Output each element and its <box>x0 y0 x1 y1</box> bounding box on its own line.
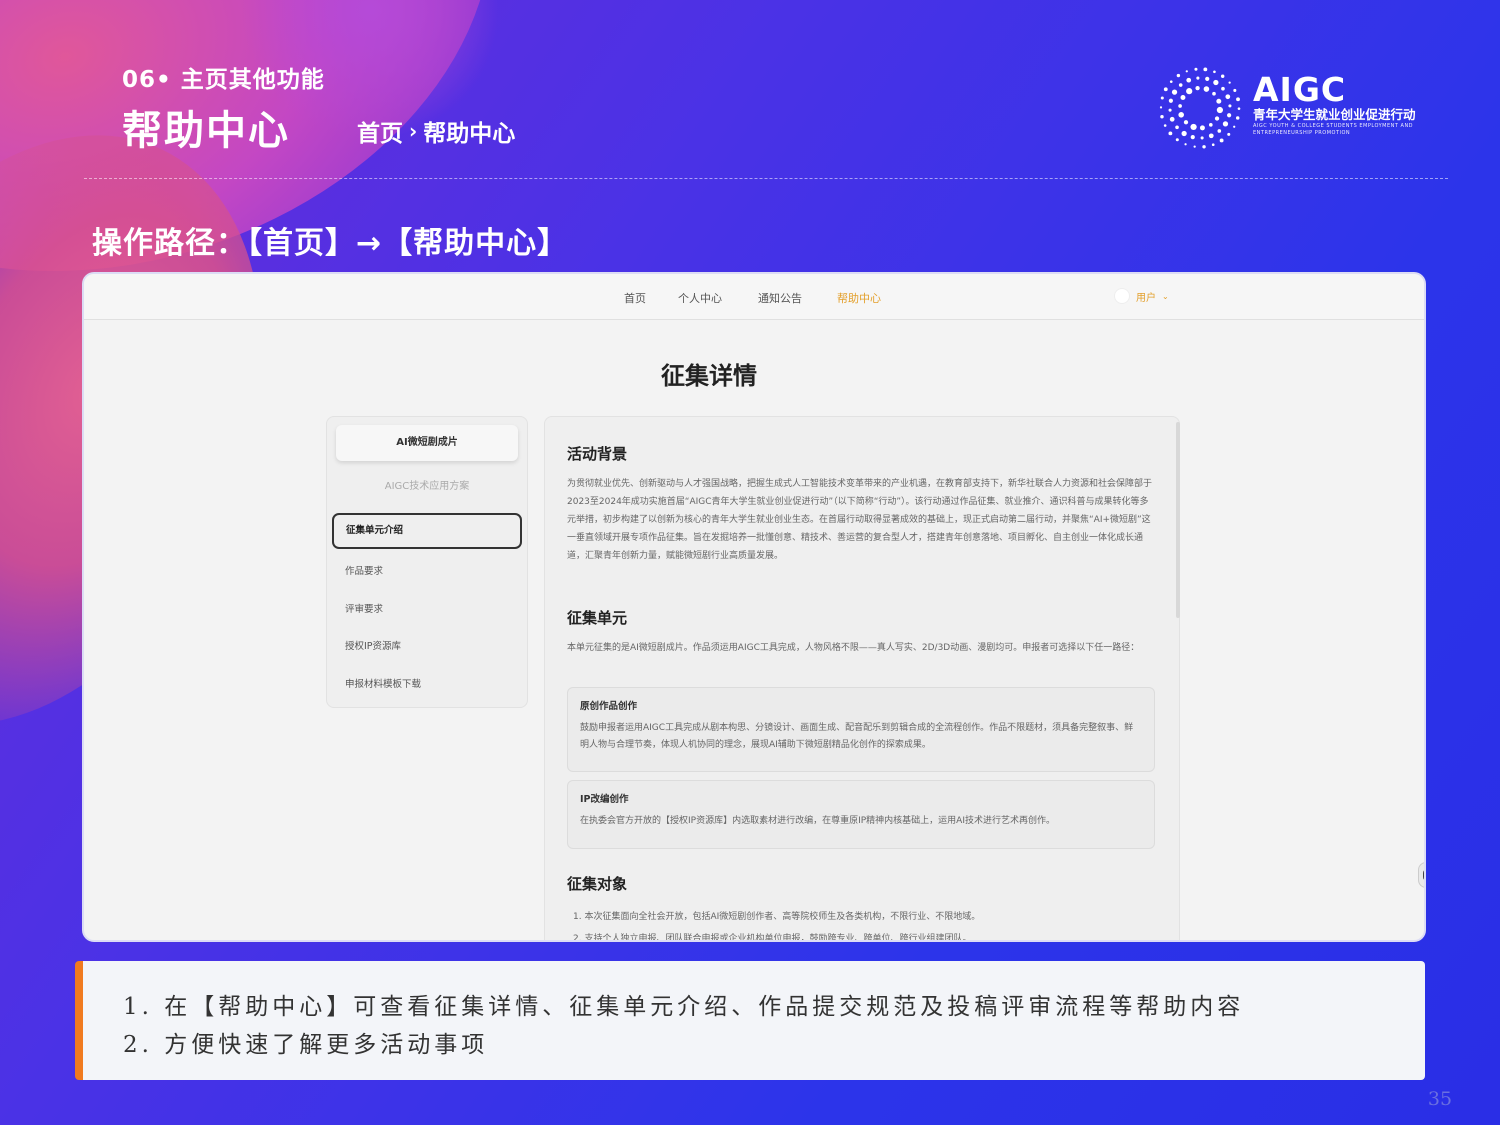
scrollbar[interactable] <box>1176 422 1180 618</box>
card-title: 原创作品创作 <box>580 701 638 712</box>
page-number: 35 <box>1427 1088 1453 1110</box>
sidebar: AI微短剧成片 AIGC技术应用方案 征集单元介绍 作品要求 评审要求 授权IP… <box>326 416 528 708</box>
sidebar-item-requirements[interactable]: 作品要求 <box>345 563 383 577</box>
breadcrumb: 首页 › 帮助中心 <box>357 114 515 148</box>
nav-notices[interactable]: 通知公告 <box>758 290 802 306</box>
note-line: 1. 在【帮助中心】可查看征集详情、征集单元介绍、作品提交规范及投稿评审流程等帮… <box>123 994 1245 1020</box>
path-card: 原创作品创作 鼓励申报者运用AIGC工具完成从剧本构思、分镜设计、画面生成、配音… <box>567 687 1155 772</box>
slide: 06• 主页其他功能 帮助中心 首页 › 帮助中心 AIGC 青年大学生就业创业… <box>0 0 1500 1125</box>
sidebar-item-ip-library[interactable]: 授权IP资源库 <box>345 638 401 652</box>
list-item: 1. 本次征集面向全社会开放，包括AI微短剧创作者、高等院校师生及各类机构，不限… <box>573 912 981 922</box>
logo-title: AIGC <box>1253 70 1347 109</box>
user-menu[interactable]: 用户 ⌄ <box>1114 288 1169 304</box>
operation-path: 操作路径：【首页】→【帮助中心】 <box>92 226 569 261</box>
notes-box: 1. 在【帮助中心】可查看征集详情、征集单元介绍、作品提交规范及投稿评审流程等帮… <box>75 961 1425 1080</box>
section-heading: 征集单元 <box>567 609 628 627</box>
list-item: 2. 支持个人独立申报、团队联合申报或企业机构单位申报，鼓励跨专业、跨单位、跨行… <box>573 934 972 942</box>
background-text: 为贯彻就业优先、创新驱动与人才强国战略，把握生成式人工智能技术变革带来的产业机遇… <box>567 479 1153 561</box>
website-screenshot: 首页 个人中心 通知公告 帮助中心 用户 ⌄ 征集详情 AI微短剧成片 AIGC… <box>82 272 1426 942</box>
page-title: 帮助中心 <box>122 108 290 154</box>
aigc-logo: AIGC 青年大学生就业创业促进行动 AIGC YOUTH & COLLEGE … <box>1155 63 1455 153</box>
dots-ring-icon <box>1159 67 1241 149</box>
dashed-divider <box>84 178 1448 179</box>
path-card: IP改编创作 在执委会官方开放的【授权IP资源库】内选取素材进行改编，在尊重原I… <box>567 780 1155 849</box>
avatar <box>1114 288 1130 304</box>
sidebar-subheader-tab[interactable]: AIGC技术应用方案 <box>327 477 527 492</box>
content-panel: 活动背景 为贯彻就业优先、创新驱动与人才强国战略，把握生成式人工智能技术变革带来… <box>544 416 1180 942</box>
user-label: 用户 <box>1136 292 1156 304</box>
nav-personal-center[interactable]: 个人中心 <box>678 290 722 306</box>
top-navigation: 首页 个人中心 通知公告 帮助中心 用户 ⌄ <box>84 274 1424 320</box>
nav-home[interactable]: 首页 <box>624 290 646 306</box>
unit-text: 本单元征集的是AI微短剧成片。作品须运用AIGC工具完成，人物风格不限——真人写… <box>567 643 1140 653</box>
floating-assistant-button[interactable] <box>1418 862 1424 888</box>
section-heading: 活动背景 <box>567 445 628 463</box>
note-line: 2. 方便快速了解更多活动事项 <box>123 1032 489 1058</box>
logo-english: AIGC YOUTH & COLLEGE STUDENTS EMPLOYMENT… <box>1253 123 1414 136</box>
breadcrumb-current: 帮助中心 <box>423 121 516 147</box>
section-heading: 征集对象 <box>567 875 628 893</box>
sidebar-item-unit-intro[interactable]: 征集单元介绍 <box>332 513 522 549</box>
logo-subtitle: 青年大学生就业创业促进行动 <box>1253 107 1416 122</box>
card-text: 在执委会官方开放的【授权IP资源库】内选取素材进行改编，在尊重原IP精神内核基础… <box>580 816 1055 826</box>
breadcrumb-home: 首页 <box>357 121 403 147</box>
breadcrumb-separator: › <box>409 119 418 143</box>
section-label: 06• 主页其他功能 <box>122 67 325 93</box>
chevron-down-icon: ⌄ <box>1162 291 1169 301</box>
card-text: 鼓励申报者运用AIGC工具完成从剧本构思、分镜设计、画面生成、配音配乐到剪辑合成… <box>580 723 1134 750</box>
detail-title: 征集详情 <box>661 362 757 390</box>
card-title: IP改编创作 <box>580 794 629 805</box>
nav-help-center[interactable]: 帮助中心 <box>837 290 881 306</box>
sidebar-item-templates[interactable]: 申报材料模板下载 <box>345 676 421 690</box>
sidebar-item-review[interactable]: 评审要求 <box>345 601 383 615</box>
sidebar-header-tab[interactable]: AI微短剧成片 <box>336 425 518 461</box>
